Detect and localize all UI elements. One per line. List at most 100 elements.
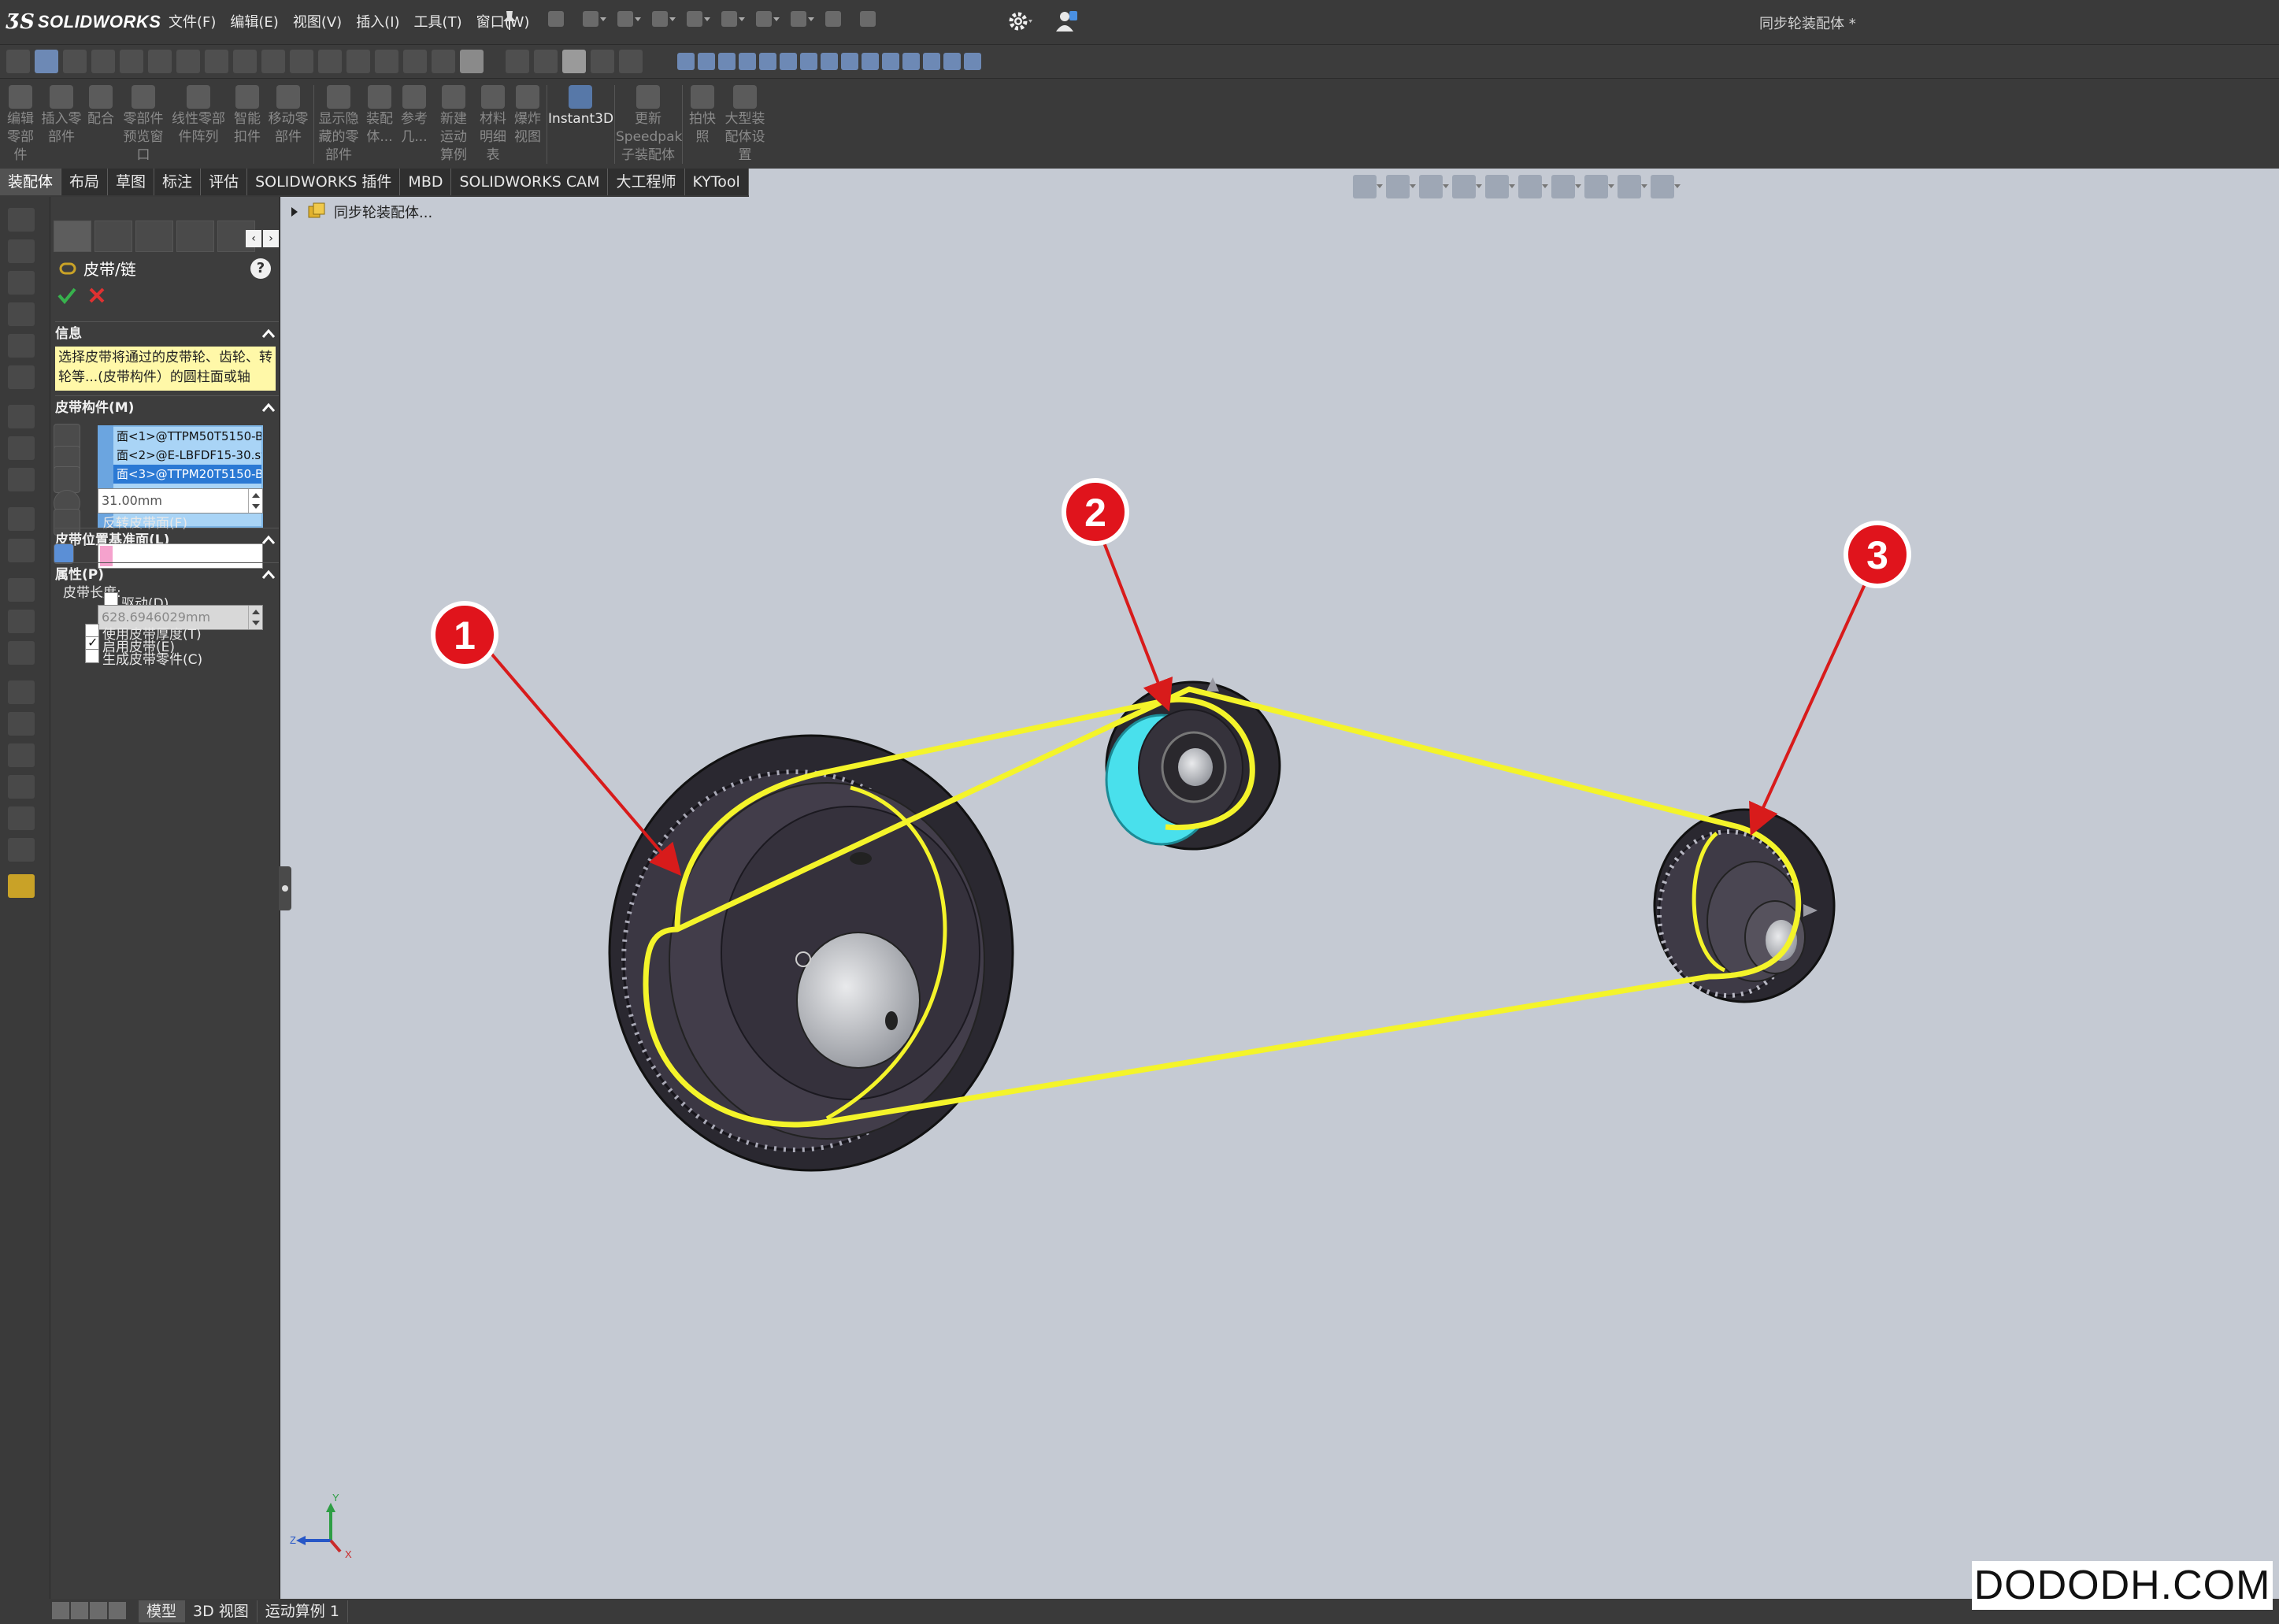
tab-markup[interactable]: 标注 bbox=[154, 169, 202, 195]
model-scene[interactable]: 1 2 3 Y Z X bbox=[280, 197, 2279, 1599]
tool-icon[interactable] bbox=[534, 50, 558, 73]
tab-cam[interactable]: SOLIDWORKS CAM bbox=[451, 169, 609, 195]
tool-icon[interactable] bbox=[882, 53, 899, 70]
list-item[interactable]: 面<2>@E-LBFDF15-30.st bbox=[99, 446, 261, 465]
menu-insert[interactable]: 插入(I) bbox=[356, 11, 399, 32]
tool-icon[interactable] bbox=[821, 53, 838, 70]
tool-icon[interactable] bbox=[698, 53, 715, 70]
undo-icon[interactable] bbox=[717, 6, 745, 33]
pin-icon[interactable] bbox=[501, 9, 518, 32]
user-icon[interactable] bbox=[1054, 8, 1080, 35]
tool-icon[interactable] bbox=[233, 50, 257, 73]
tool-icon[interactable] bbox=[841, 53, 858, 70]
strip-tool-icon[interactable] bbox=[8, 507, 35, 531]
exploded-view-button[interactable]: 爆炸 视图 bbox=[510, 82, 545, 146]
gear-icon[interactable] bbox=[1006, 8, 1033, 35]
apply-scene-icon[interactable] bbox=[1618, 175, 1647, 198]
show-hidden-button[interactable]: 显示隐 藏的零 部件 bbox=[315, 82, 362, 165]
check-icon[interactable] bbox=[460, 50, 484, 73]
tool-icon[interactable] bbox=[346, 50, 370, 73]
edit-appearance-icon[interactable] bbox=[1584, 175, 1614, 198]
tab-layout[interactable]: 布局 bbox=[61, 169, 109, 195]
strip-tool-icon[interactable] bbox=[8, 838, 35, 862]
redo-icon[interactable] bbox=[751, 6, 780, 33]
tool-icon[interactable] bbox=[619, 50, 643, 73]
strip-tool-icon[interactable] bbox=[8, 271, 35, 295]
menu-view[interactable]: 视图(V) bbox=[293, 11, 342, 32]
section-view-icon[interactable] bbox=[1452, 175, 1482, 198]
smart-dimension-icon[interactable] bbox=[35, 50, 58, 73]
save-icon[interactable] bbox=[647, 6, 676, 33]
new-motion-study-button[interactable]: 新建 运动 算例 bbox=[432, 82, 476, 165]
tool-icon[interactable] bbox=[261, 50, 285, 73]
move-down-icon[interactable] bbox=[54, 466, 80, 493]
strip-tool-icon[interactable] bbox=[8, 365, 35, 389]
next-tab-icon[interactable] bbox=[90, 1602, 107, 1619]
strip-tool-icon[interactable] bbox=[8, 641, 35, 665]
verify-icon[interactable] bbox=[562, 50, 586, 73]
tab-3d-view[interactable]: 3D 视图 bbox=[185, 1600, 258, 1622]
tool-icon[interactable] bbox=[148, 50, 172, 73]
reference-geometry-button[interactable]: 参考 几... bbox=[397, 82, 432, 146]
strip-tool-icon[interactable] bbox=[8, 468, 35, 491]
tool-icon[interactable] bbox=[403, 50, 427, 73]
tool-icon[interactable] bbox=[591, 50, 614, 73]
move-component-button[interactable]: 移动零 部件 bbox=[266, 82, 310, 146]
strip-tool-icon[interactable] bbox=[8, 208, 35, 232]
menu-file[interactable]: 文件(F) bbox=[169, 11, 216, 32]
view-settings-icon[interactable] bbox=[1651, 175, 1681, 198]
tool-icon[interactable] bbox=[375, 50, 398, 73]
diameter-input[interactable]: 31.00mm bbox=[98, 488, 263, 514]
rebuild-icon[interactable] bbox=[821, 6, 847, 33]
tab-assembly[interactable]: 装配体 bbox=[0, 169, 62, 195]
previous-view-icon[interactable] bbox=[1419, 175, 1449, 198]
hide-show-items-icon[interactable] bbox=[1551, 175, 1581, 198]
zoom-to-area-icon[interactable] bbox=[1386, 175, 1416, 198]
new-document-icon[interactable] bbox=[578, 6, 606, 33]
help-icon[interactable]: ? bbox=[250, 258, 271, 279]
menu-edit[interactable]: 编辑(E) bbox=[230, 11, 278, 32]
belt-chain-icon[interactable] bbox=[8, 874, 35, 898]
tab-motion-study[interactable]: 运动算例 1 bbox=[258, 1600, 348, 1622]
menu-tools[interactable]: 工具(T) bbox=[414, 11, 462, 32]
strip-tool-icon[interactable] bbox=[8, 539, 35, 562]
tool-icon[interactable] bbox=[205, 50, 228, 73]
configuration-manager-tab[interactable] bbox=[135, 221, 173, 252]
length-spinner[interactable] bbox=[248, 606, 262, 629]
dimxpert-tab[interactable] bbox=[176, 221, 214, 252]
home-icon[interactable] bbox=[543, 6, 570, 33]
tab-evaluate[interactable]: 评估 bbox=[201, 169, 248, 195]
take-snapshot-button[interactable]: 拍快 照 bbox=[684, 82, 721, 146]
tool-icon[interactable] bbox=[506, 50, 529, 73]
tool-icon[interactable] bbox=[91, 50, 115, 73]
linear-pattern-button[interactable]: 线性零部 件阵列 bbox=[169, 82, 228, 146]
create-belt-part-checkbox[interactable] bbox=[85, 649, 99, 663]
instant3d-button[interactable]: Instant3D bbox=[548, 82, 613, 128]
ok-check-icon[interactable] bbox=[57, 285, 77, 306]
open-icon[interactable] bbox=[613, 6, 641, 33]
tool-icon[interactable] bbox=[800, 53, 817, 70]
print-icon[interactable] bbox=[682, 6, 710, 33]
tool-icon[interactable] bbox=[902, 53, 920, 70]
tool-icon[interactable] bbox=[176, 50, 200, 73]
info-section-header[interactable]: 信息 bbox=[55, 321, 279, 345]
edit-component-button[interactable]: 编辑 零部 件 bbox=[2, 82, 39, 165]
tool-icon[interactable] bbox=[964, 53, 981, 70]
tab-mbd[interactable]: MBD bbox=[400, 169, 452, 195]
tab-addins[interactable]: SOLIDWORKS 插件 bbox=[247, 169, 401, 195]
last-tab-icon[interactable] bbox=[109, 1602, 126, 1619]
belt-members-header[interactable]: 皮带构件(M) bbox=[55, 395, 279, 419]
assembly-features-button[interactable]: 装配 体... bbox=[362, 82, 397, 146]
tab-model[interactable]: 模型 bbox=[139, 1600, 186, 1622]
strip-tool-icon[interactable] bbox=[8, 334, 35, 358]
strip-tool-icon[interactable] bbox=[8, 610, 35, 633]
tool-icon[interactable] bbox=[63, 50, 87, 73]
tool-icon[interactable] bbox=[290, 50, 313, 73]
strip-tool-icon[interactable] bbox=[8, 712, 35, 736]
tool-icon[interactable] bbox=[862, 53, 879, 70]
strip-tool-icon[interactable] bbox=[8, 775, 35, 799]
tool-icon[interactable] bbox=[739, 53, 756, 70]
select-icon[interactable] bbox=[786, 6, 814, 33]
file-properties-icon[interactable] bbox=[855, 6, 882, 33]
bill-of-materials-button[interactable]: 材料 明细 表 bbox=[476, 82, 510, 165]
